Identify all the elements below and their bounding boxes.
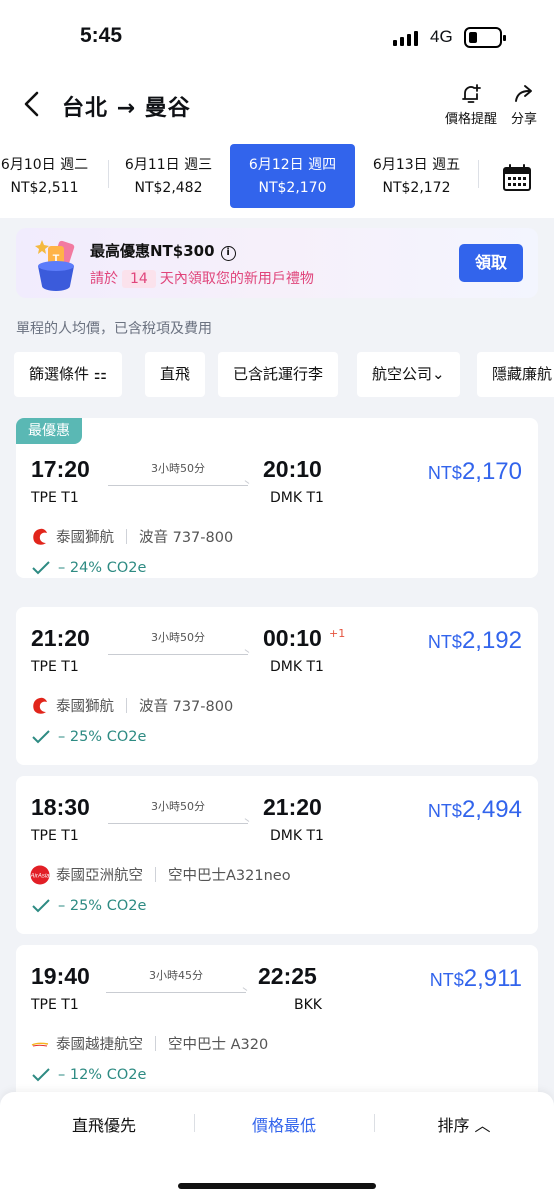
filter-conditions-chip[interactable]: 篩選條件 ⚏: [14, 352, 123, 397]
departure-airport: TPE T1: [31, 828, 79, 844]
departure-airport: TPE T1: [31, 659, 79, 675]
duration-arrow-icon: [106, 992, 246, 993]
gift-hat-icon: T: [35, 240, 75, 291]
flight-card[interactable]: 最優惠 17:20 TPE T1 3小時50分 20:10 DMK T1 NT$…: [16, 418, 538, 578]
arrival-airport: BKK: [294, 997, 322, 1013]
arrival-time: 21:20: [263, 794, 322, 820]
check-icon: [32, 730, 50, 744]
back-button[interactable]: [16, 88, 48, 120]
price-alert-button[interactable]: 價格提醒: [441, 82, 501, 127]
date-option[interactable]: 6月10日 週二 NT$2,511: [0, 144, 107, 208]
airline-info: 泰國越捷航空 空中巴士 A320: [30, 1033, 268, 1054]
arrival-airport: DMK T1: [270, 828, 324, 844]
arrival-airport: DMK T1: [270, 659, 324, 675]
arrival-airport: DMK T1: [270, 490, 324, 506]
sort-button[interactable]: 排序 ︿: [374, 1112, 554, 1136]
lion-air-logo-icon: [33, 697, 47, 714]
date-option[interactable]: 6月13日 週五 NT$2,172: [354, 144, 479, 208]
promo-subtitle: 請於 14 天內領取您的新用戶禮物: [90, 270, 314, 288]
home-indicator: [178, 1183, 376, 1189]
filter-bar: 篩選條件 ⚏ 直飛 已含託運行李 航空公司⌄ 隱藏廉航: [14, 352, 554, 398]
arrival-time: 00:10: [263, 625, 322, 651]
departure-airport: TPE T1: [31, 490, 79, 506]
claim-button[interactable]: 領取: [459, 244, 523, 282]
checked-baggage-chip[interactable]: 已含託運行李: [218, 352, 339, 397]
flight-price: NT$2,911: [429, 965, 522, 992]
airline-name: 泰國獅航: [56, 530, 114, 546]
nonstop-first-tab[interactable]: 直飛優先: [14, 1112, 194, 1136]
calendar-icon: [503, 164, 531, 191]
airline-name: 泰國越捷航空: [56, 1037, 143, 1053]
network-label: 4G: [430, 27, 453, 46]
share-icon: [515, 85, 532, 102]
flight-duration: 3小時50分: [151, 631, 205, 644]
flight-price: NT$2,170: [427, 458, 522, 485]
co2-info: – 25% CO2e: [32, 729, 146, 745]
signal-icon: [393, 30, 418, 46]
flight-card[interactable]: 19:40 TPE T1 3小時45分 22:25 BKK NT$2,911 泰…: [16, 945, 538, 1105]
promo-days-badge: 14: [122, 270, 156, 288]
aircraft-type: 波音 737-800: [139, 699, 234, 715]
co2-info: – 12% CO2e: [32, 1067, 146, 1083]
date-option-selected[interactable]: 6月12日 週四 NT$2,170: [230, 144, 355, 208]
duration-arrow-icon: [108, 485, 248, 486]
flight-duration: 3小時45分: [149, 969, 203, 982]
vietjet-logo-icon: [31, 1042, 49, 1046]
check-icon: [32, 561, 50, 575]
flight-card[interactable]: 18:30 TPE T1 3小時50分 21:20 DMK T1 NT$2,49…: [16, 776, 538, 934]
arrival-time: 20:10: [263, 456, 322, 482]
price-note: 單程的人均價，已含稅項及費用: [16, 321, 212, 337]
duration-arrow-icon: [108, 654, 248, 655]
status-time: 5:45: [80, 24, 123, 47]
check-icon: [32, 899, 50, 913]
flight-price: NT$2,494: [427, 796, 522, 823]
share-label: 分享: [510, 112, 537, 127]
flight-duration: 3小時50分: [151, 462, 205, 475]
co2-info: – 25% CO2e: [32, 898, 146, 914]
status-bar: 5:45 4G: [0, 0, 554, 74]
flight-price: NT$2,192: [427, 627, 522, 654]
aircraft-type: 波音 737-800: [139, 530, 234, 546]
nonstop-chip[interactable]: 直飛: [145, 352, 206, 397]
airline-info: 泰國獅航 波音 737-800: [30, 526, 233, 547]
date-option[interactable]: 6月11日 週三 NT$2,482: [106, 144, 231, 208]
hide-lcc-chip[interactable]: 隱藏廉航: [477, 352, 554, 397]
lowest-price-tab[interactable]: 價格最低: [194, 1112, 374, 1136]
chevron-left-icon: [24, 91, 39, 117]
bell-plus-icon: [462, 84, 481, 103]
date-selector: 6月10日 週二 NT$2,511 6月11日 週三 NT$2,482 6月12…: [0, 134, 554, 218]
arrival-time: 22:25: [258, 963, 317, 989]
flight-duration: 3小時50分: [151, 800, 205, 813]
departure-airport: TPE T1: [31, 997, 79, 1013]
co2-info: – 24% CO2e: [32, 560, 146, 576]
price-alert-label: 價格提醒: [444, 112, 497, 127]
header: 台北 → 曼谷 價格提醒 分享: [0, 74, 554, 134]
airline-info: 泰國獅航 波音 737-800: [30, 695, 233, 716]
departure-time: 17:20: [31, 456, 90, 482]
info-icon[interactable]: i: [220, 246, 236, 261]
aircraft-type: 空中巴士 A320: [168, 1037, 269, 1053]
best-deal-tag: 最優惠: [16, 418, 82, 444]
duration-arrow-icon: [108, 823, 248, 824]
departure-time: 19:40: [31, 963, 90, 989]
airline-info: AirAsia 泰國亞洲航空 空中巴士A321neo: [30, 864, 291, 885]
lion-air-logo-icon: [33, 528, 47, 545]
airasia-logo-icon: AirAsia: [30, 865, 50, 884]
route-title: 台北 → 曼谷: [62, 96, 191, 121]
departure-time: 21:20: [31, 625, 90, 651]
aircraft-type: 空中巴士A321neo: [168, 868, 291, 884]
next-day-indicator: +1: [329, 627, 346, 640]
new-user-promo-banner: T 最高優惠NT$300 i 請於 14 天內領取您的新用戶禮物 領取: [16, 228, 538, 298]
calendar-button[interactable]: [480, 158, 552, 198]
check-icon: [32, 1068, 50, 1082]
airline-chip[interactable]: 航空公司⌄: [357, 352, 460, 397]
share-button[interactable]: 分享: [494, 82, 554, 127]
airline-name: 泰國亞洲航空: [56, 868, 143, 884]
airline-name: 泰國獅航: [56, 699, 114, 715]
promo-title: 最高優惠NT$300 i: [90, 240, 236, 261]
flight-card[interactable]: 21:20 TPE T1 3小時50分 00:10 +1 DMK T1 NT$2…: [16, 607, 538, 765]
battery-icon: [464, 27, 506, 48]
departure-time: 18:30: [31, 794, 90, 820]
svg-text:AirAsia: AirAsia: [30, 873, 50, 879]
